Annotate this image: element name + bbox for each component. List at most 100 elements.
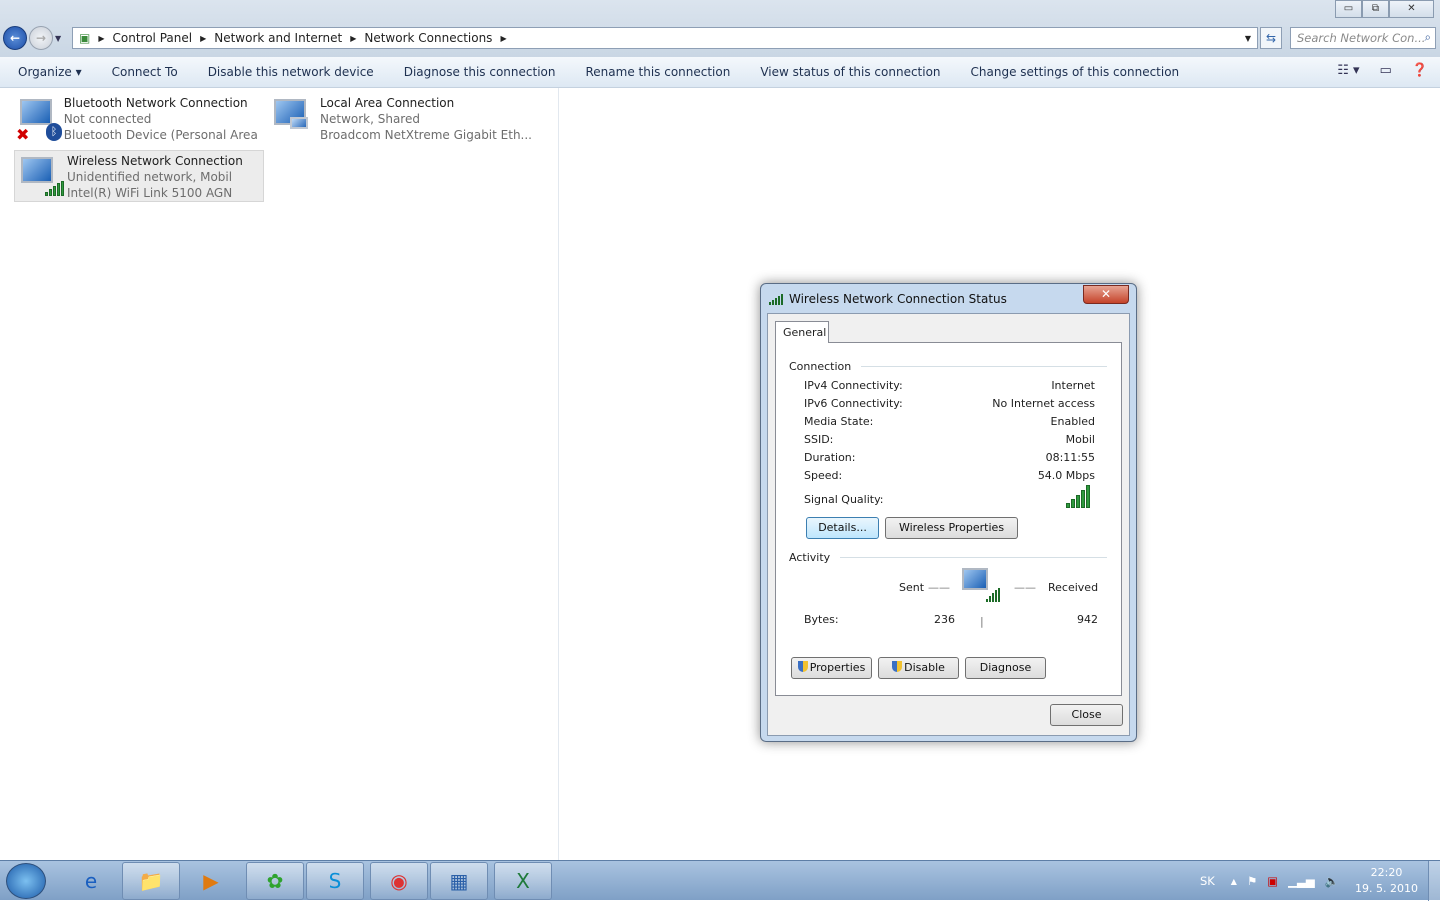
breadcrumb-network-connections[interactable]: Network Connections — [364, 31, 492, 45]
disable-device-button[interactable]: Disable this network device — [193, 65, 389, 79]
maximize-button[interactable]: ⧉ — [1362, 0, 1389, 18]
received-label: Received — [1048, 581, 1099, 594]
status-dialog: Wireless Network Connection Status ✕ Gen… — [760, 283, 1137, 742]
row-label: Signal Quality: — [804, 493, 884, 506]
breadcrumb-control-panel[interactable]: Control Panel — [113, 31, 193, 45]
diagnose-button[interactable]: Diagnose — [965, 657, 1046, 679]
row-value: Internet — [1051, 379, 1095, 392]
connection-name: Wireless Network Connection — [67, 154, 243, 168]
start-button[interactable] — [6, 863, 46, 899]
breadcrumb-network-and-internet[interactable]: Network and Internet — [214, 31, 342, 45]
disconnected-icon: ✖ — [16, 125, 30, 144]
excel-icon[interactable]: X — [494, 862, 552, 900]
wireless-signal-icon — [769, 293, 783, 305]
shield-icon — [797, 661, 808, 672]
system-tray: SK ▲ ⚑ ▣ ▁▃▅ 🔈 22:20 19. 5. 2010 — [1200, 861, 1440, 901]
dialog-title: Wireless Network Connection Status — [789, 292, 1007, 306]
activity-group-label: Activity — [789, 551, 831, 564]
signal-quality-row: Signal Quality: — [804, 493, 1095, 506]
row-label: SSID: — [804, 433, 834, 446]
explorer-icon[interactable]: 📁 — [122, 862, 180, 900]
connection-bluetooth[interactable]: ✖ ᛒ Bluetooth Network Connection Not conne… — [14, 93, 264, 158]
shield-icon — [892, 661, 903, 672]
connection-wireless[interactable]: Wireless Network Connection Unidentified … — [14, 150, 264, 202]
sent-label: Sent — [899, 581, 925, 594]
connection-device: Intel(R) WiFi Link 5100 AGN — [67, 186, 233, 200]
sent-line: —— — [928, 581, 950, 594]
ethernet-network-icon — [268, 93, 320, 145]
language-indicator[interactable]: SK — [1200, 874, 1215, 888]
ipv4-row: IPv4 Connectivity: Internet — [804, 379, 1095, 392]
address-dropdown-icon[interactable]: ▼ — [1245, 34, 1251, 43]
row-value: 08:11:55 — [1045, 451, 1095, 464]
received-line: —— — [1014, 581, 1036, 594]
close-window-button[interactable]: ✕ — [1389, 0, 1434, 18]
connection-name: Bluetooth Network Connection — [63, 96, 248, 110]
preview-pane-icon[interactable]: ▭ — [1380, 63, 1392, 78]
duration-row: Duration: 08:11:55 — [804, 451, 1095, 464]
connection-name: Local Area Connection — [320, 96, 455, 110]
refresh-button[interactable]: ⇆ — [1260, 27, 1282, 49]
icq-icon[interactable]: ✿ — [246, 862, 304, 900]
connection-status: Unidentified network, Mobil — [67, 170, 233, 184]
search-icon[interactable]: ⌕ — [1425, 30, 1431, 45]
forward-button[interactable]: → — [29, 26, 53, 50]
activity-divider: | — [980, 615, 984, 628]
details-button[interactable]: Details... — [806, 517, 879, 539]
view-status-button[interactable]: View status of this connection — [745, 65, 955, 79]
wireless-properties-button[interactable]: Wireless Properties — [885, 517, 1018, 539]
row-value: No Internet access — [992, 397, 1095, 410]
connection-status: Network, Shared — [320, 112, 420, 126]
diagnose-button[interactable]: Diagnose this connection — [389, 65, 571, 79]
help-icon[interactable]: ❓ — [1412, 63, 1428, 78]
activity-computer-icon — [962, 568, 1000, 602]
clock[interactable]: 22:20 19. 5. 2010 — [1355, 865, 1418, 897]
search-placeholder: Search Network Con... — [1297, 31, 1426, 45]
disable-button[interactable]: Disable — [878, 657, 959, 679]
row-label: IPv6 Connectivity: — [804, 397, 903, 410]
connection-status: Not connected — [63, 112, 152, 126]
power-icon[interactable]: ▣ — [1267, 874, 1278, 888]
action-center-flag-icon[interactable]: ⚑ — [1247, 874, 1257, 888]
network-tray-icon[interactable]: ▁▃▅ — [1288, 874, 1315, 888]
row-label: Speed: — [804, 469, 843, 482]
media-state-row: Media State: Enabled — [804, 415, 1095, 428]
view-options-icon[interactable]: ☷ ▾ — [1337, 63, 1359, 78]
chrome-icon[interactable]: ◉ — [370, 862, 428, 900]
recent-pages-dropdown[interactable]: ▼ — [55, 34, 61, 43]
control-panel-icon: ▣ — [79, 31, 91, 45]
row-label: Media State: — [804, 415, 874, 428]
media-player-icon[interactable]: ▶ — [182, 862, 240, 900]
connection-device: Broadcom NetXtreme Gigabit Eth... — [320, 128, 532, 142]
close-button[interactable]: Close — [1050, 704, 1123, 726]
volume-icon[interactable]: 🔈 — [1325, 874, 1339, 888]
change-settings-button[interactable]: Change settings of this connection — [956, 65, 1195, 79]
properties-button[interactable]: Properties — [791, 657, 872, 679]
internet-explorer-icon[interactable]: e — [62, 862, 120, 900]
network-center-icon[interactable]: ▦ — [430, 862, 488, 900]
bluetooth-network-icon: ✖ ᛒ — [14, 93, 64, 145]
command-bar: Organize ▾ Connect To Disable this netwo… — [0, 57, 1440, 88]
minimize-button[interactable]: ▭ — [1335, 0, 1362, 18]
address-bar[interactable]: ▣ ▶ Control Panel ▶ Network and Internet ▶… — [72, 27, 1258, 49]
row-value: 54.0 Mbps — [1037, 469, 1095, 482]
show-hidden-icons[interactable]: ▲ — [1231, 877, 1237, 886]
row-value: Mobil — [1065, 433, 1095, 446]
connect-to-button[interactable]: Connect To — [97, 65, 193, 79]
speed-row: Speed: 54.0 Mbps — [804, 469, 1095, 482]
connection-local-area[interactable]: Local Area Connection Network, Shared Broa… — [268, 93, 538, 145]
ssid-row: SSID: Mobil — [804, 433, 1095, 446]
signal-quality-bars — [1066, 485, 1090, 508]
tab-general[interactable]: General — [775, 321, 829, 343]
ipv6-row: IPv6 Connectivity: No Internet access — [804, 397, 1095, 410]
show-desktop-button[interactable] — [1428, 861, 1440, 901]
taskbar: e 📁 ▶ ✿ S ◉ ▦ X SK ▲ ⚑ ▣ ▁▃▅ 🔈 22:20 19. … — [0, 860, 1440, 901]
rename-button[interactable]: Rename this connection — [570, 65, 745, 79]
dialog-close-icon[interactable]: ✕ — [1083, 285, 1129, 304]
search-input[interactable]: Search Network Con... ⌕ — [1290, 27, 1436, 49]
bytes-received: 942 — [1077, 613, 1098, 626]
general-tab-pane: Connection IPv4 Connectivity: Internet IP… — [775, 342, 1122, 696]
organize-menu[interactable]: Organize ▾ — [0, 65, 97, 79]
skype-icon[interactable]: S — [306, 862, 364, 900]
back-button[interactable]: ← — [3, 26, 27, 50]
